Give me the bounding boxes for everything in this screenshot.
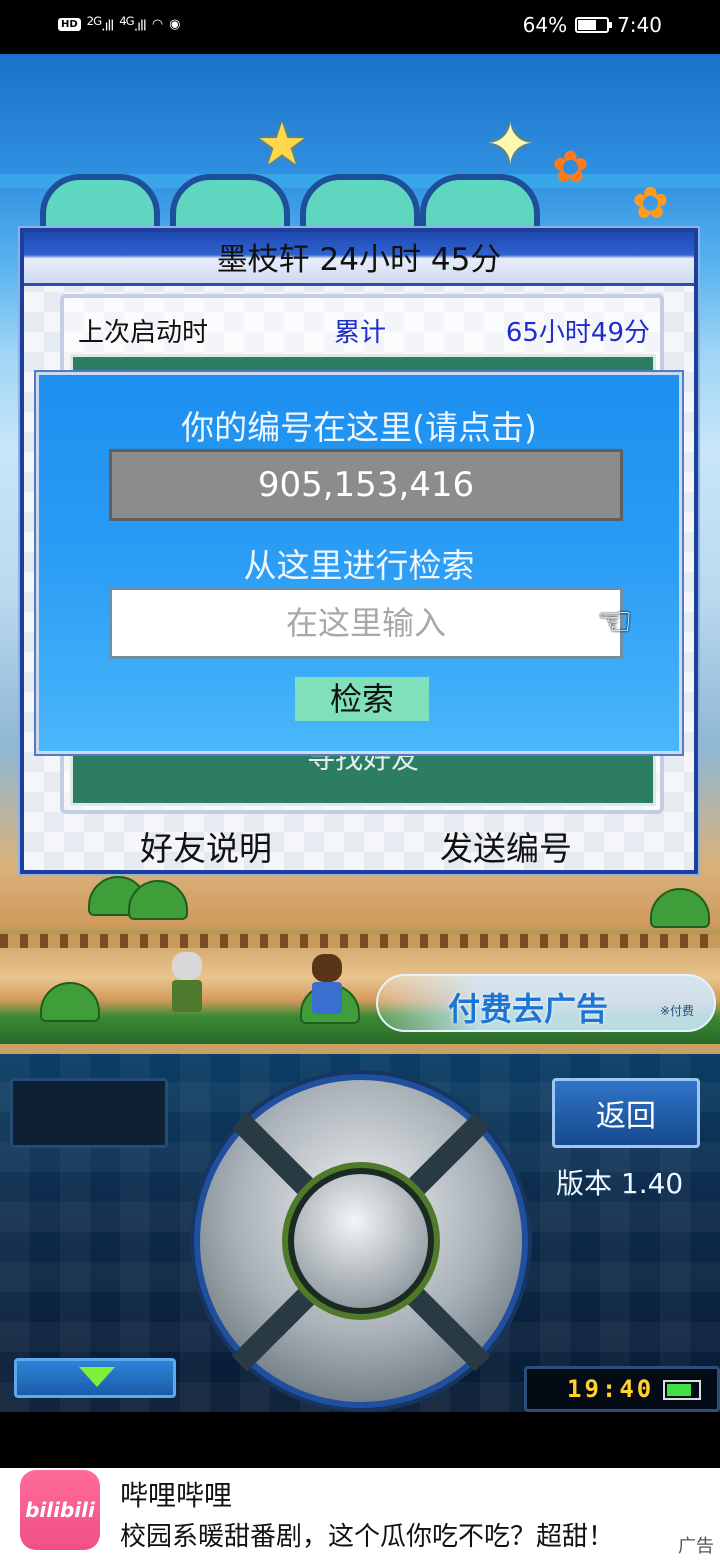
player-id-box[interactable]: 905,153,416 (109, 449, 623, 521)
controller-panel: 返回 版本 1.40 19:40 (0, 1044, 720, 1412)
sim2-signal-icon: 4G.ıll (119, 14, 147, 35)
dialog-title: 你的编号在这里(请点击) (181, 408, 537, 447)
pointing-hand-icon: ☜ (597, 599, 633, 645)
sim1-signal-icon: 2G.ıll (86, 14, 115, 35)
sim2-label: 4G (119, 14, 134, 28)
ad-top-strip (0, 1412, 720, 1468)
student-character (170, 952, 204, 1012)
sim1-label: 2G (86, 14, 102, 28)
friend-help-button[interactable]: 好友说明 (140, 822, 272, 870)
battery-icon (575, 17, 613, 33)
status-right: 64% 7:40 (523, 13, 662, 37)
fence (0, 934, 720, 948)
hd-badge: HD (58, 17, 81, 31)
status-time: 7:40 (617, 13, 662, 37)
search-button[interactable]: 检索 (295, 677, 429, 721)
wechat-icon: ◉ (169, 16, 181, 32)
scroll-down-button[interactable] (14, 1358, 176, 1398)
send-id-button[interactable]: 发送编号 (440, 822, 572, 870)
battery-icon (663, 1380, 701, 1400)
student-character (310, 954, 344, 1014)
battery-percent: 64% (522, 13, 568, 37)
star-icon: ★ (256, 110, 308, 178)
down-arrow-icon (79, 1367, 115, 1387)
battery-fill (578, 20, 596, 30)
flower-icon: ✿ (632, 178, 669, 229)
character-head (172, 952, 202, 980)
bilibili-app-icon[interactable]: bilibili (20, 1470, 100, 1550)
search-input[interactable] (109, 587, 623, 659)
character-body (312, 982, 342, 1014)
dpad[interactable] (194, 1074, 528, 1408)
last-launch-label: 上次启动时 (78, 318, 209, 348)
ad-banner[interactable]: bilibili 哔哩哔哩 校园系暖甜番剧，这个瓜你吃不吃？超甜！ 广告 (0, 1412, 720, 1560)
info-slot (10, 1078, 168, 1148)
wifi-icon: ◠ (151, 16, 164, 32)
friend-search-dialog: 你的编号在这里(请点击) 905,153,416 从这里进行检索 ☜ 检索 (36, 372, 682, 754)
status-bar: HD 2G.ıll 4G.ıll ◠ ◉ 64% 7:40 (0, 0, 720, 54)
ad-app-name: 哔哩哔哩 (120, 1479, 233, 1512)
version-label: 版本 1.40 (556, 1167, 684, 1200)
battery-fill (667, 1384, 691, 1396)
character-head (312, 954, 342, 982)
remove-ads-label: 付费去广告 (448, 990, 609, 1028)
ad-description: 校园系暖甜番剧，这个瓜你吃不吃？超甜！ (120, 1522, 615, 1552)
status-left: HD 2G.ıll 4G.ıll ◠ ◉ (58, 14, 181, 35)
panel-title: 墨枝轩 24小时 45分 (24, 232, 694, 286)
remove-ads-note: ※付费 (659, 1004, 694, 1018)
flower-icon: ✿ (552, 142, 589, 193)
character-body (172, 980, 202, 1012)
back-button[interactable]: 返回 (552, 1078, 700, 1148)
clock-display: 19:40 (524, 1366, 720, 1412)
dpad-center-button[interactable] (294, 1174, 428, 1308)
total-label: 累计 (334, 318, 387, 348)
bush (650, 888, 710, 928)
ad-tag: 广告 (678, 1536, 714, 1557)
game-clock: 19:40 (567, 1375, 655, 1403)
remove-ads-button[interactable]: 付费去广告 ※付费 (376, 974, 716, 1032)
sparkle-icon: ✦ (486, 110, 535, 178)
total-time-value: 65小时49分 (505, 318, 650, 348)
search-heading: 从这里进行检索 (243, 546, 475, 585)
